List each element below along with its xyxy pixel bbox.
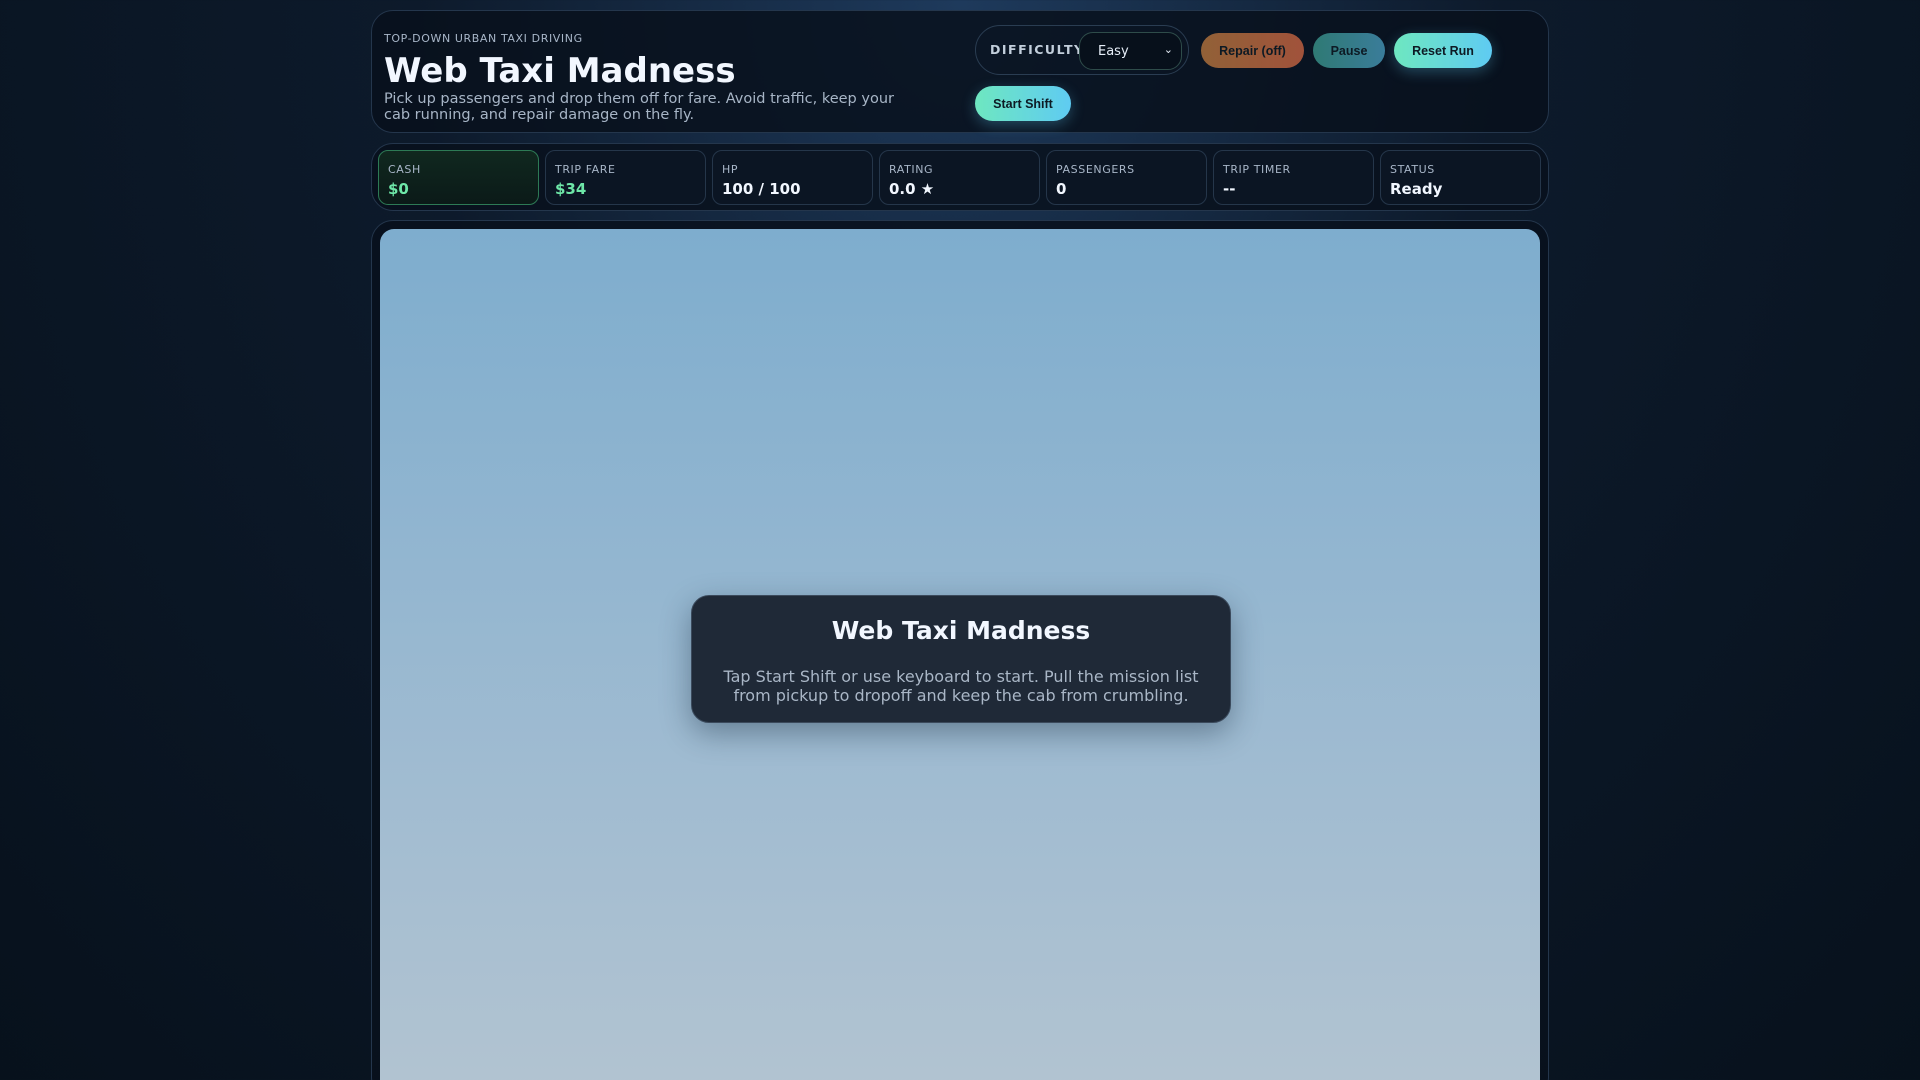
stat-rating: RATING 0.0 ★: [879, 150, 1040, 205]
stats-bar: CASH $0 TRIP FARE $34 HP 100 / 100 RATING 0.…: [371, 143, 1549, 211]
stat-label: CASH: [388, 163, 421, 176]
difficulty-group: DIFFICULTY Easy ⌄: [975, 25, 1189, 75]
difficulty-select[interactable]: Easy ⌄: [1079, 32, 1182, 70]
stat-label: TRIP FARE: [555, 163, 616, 176]
reset-run-button[interactable]: Reset Run: [1394, 33, 1492, 68]
stat-status: STATUS Ready: [1380, 150, 1541, 205]
stat-value: $0: [388, 180, 409, 198]
stat-value: $34: [555, 180, 587, 198]
header-panel: TOP-DOWN URBAN TAXI DRIVING Web Taxi Mad…: [371, 10, 1549, 133]
repair-button[interactable]: Repair (off): [1201, 33, 1304, 68]
difficulty-value: Easy: [1098, 44, 1129, 59]
stat-passengers: PASSENGERS 0: [1046, 150, 1207, 205]
stat-label: TRIP TIMER: [1223, 163, 1291, 176]
overlay-title: Web Taxi Madness: [831, 616, 1091, 645]
stat-label: PASSENGERS: [1056, 163, 1135, 176]
game-canvas[interactable]: Web Taxi Madness Tap Start Shift or use …: [380, 229, 1540, 1080]
stat-hp: HP 100 / 100: [712, 150, 873, 205]
pause-button[interactable]: Pause: [1313, 33, 1385, 68]
difficulty-label: DIFFICULTY: [990, 42, 1085, 57]
kicker: TOP-DOWN URBAN TAXI DRIVING: [384, 32, 583, 45]
stat-cash: CASH $0: [378, 150, 539, 205]
start-overlay: Web Taxi Madness Tap Start Shift or use …: [691, 595, 1231, 723]
stat-label: STATUS: [1390, 163, 1435, 176]
stat-value: Ready: [1390, 180, 1443, 198]
stat-label: RATING: [889, 163, 934, 176]
stat-value: --: [1223, 180, 1236, 198]
stat-value: 0.0 ★: [889, 180, 935, 198]
stat-label: HP: [722, 163, 739, 176]
start-shift-button[interactable]: Start Shift: [975, 86, 1071, 121]
stat-value: 100 / 100: [722, 180, 801, 198]
page-title: Web Taxi Madness: [384, 51, 736, 91]
stat-trip-timer: TRIP TIMER --: [1213, 150, 1374, 205]
page-subtitle: Pick up passengers and drop them off for…: [384, 91, 894, 123]
overlay-text: Tap Start Shift or use keyboard to start…: [723, 667, 1199, 705]
game-panel: Web Taxi Madness Tap Start Shift or use …: [371, 220, 1549, 1080]
stat-trip-fare: TRIP FARE $34: [545, 150, 706, 205]
chevron-down-icon: ⌄: [1163, 43, 1173, 56]
stat-value: 0: [1056, 180, 1067, 198]
